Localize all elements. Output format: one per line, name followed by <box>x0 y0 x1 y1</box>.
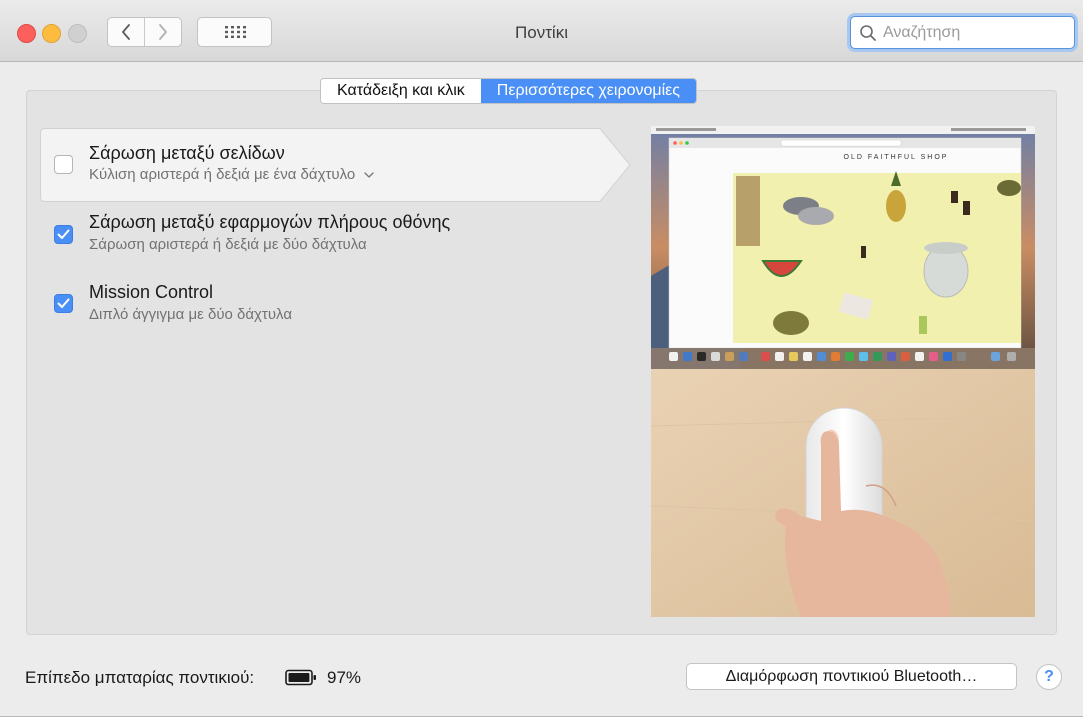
battery-icon <box>285 669 316 686</box>
gesture-row-swipe-fullscreen-apps[interactable]: Σάρωση μεταξύ εφαρμογών πλήρους οθόνης Σ… <box>40 201 600 271</box>
help-icon: ? <box>1044 668 1054 685</box>
system-preferences-window: Ποντίκι Κατάδειξη και κλικ Περισσότερες … <box>0 0 1084 717</box>
tab-bar: Κατάδειξη και κλικ Περισσότερες χειρονομ… <box>320 78 697 104</box>
checkmark-icon <box>57 298 70 308</box>
search-input[interactable] <box>883 21 1068 45</box>
help-button[interactable]: ? <box>1036 664 1062 690</box>
preview-shop-name: OLD FAITHFUL SHOP <box>844 154 949 161</box>
gesture-title: Mission Control <box>89 282 214 302</box>
swipe-fullscreen-apps-checkbox[interactable] <box>54 225 73 244</box>
setup-bluetooth-mouse-button[interactable]: Διαμόρφωση ποντικιού Bluetooth… <box>686 663 1017 690</box>
preview-illustration: OLD FAITHFUL SHOP <box>651 126 1035 617</box>
swipe-pages-checkbox[interactable] <box>54 155 73 174</box>
search-field[interactable] <box>850 16 1075 49</box>
battery-percentage: 97% <box>327 668 362 687</box>
checkmark-icon <box>57 229 70 239</box>
tab-more-gestures[interactable]: Περισσότερες χειρονομίες <box>480 79 696 103</box>
selection-highlight <box>40 128 631 202</box>
gesture-title: Σάρωση μεταξύ σελίδων <box>89 143 285 163</box>
search-icon <box>860 25 876 41</box>
gesture-row-swipe-pages[interactable]: Σάρωση μεταξύ σελίδων Κύλιση αριστερά ή … <box>40 128 631 202</box>
gesture-preview-video: OLD FAITHFUL SHOP <box>651 126 1035 617</box>
gesture-subtitle: Διπλό άγγιγμα με δύο δάχτυλα <box>89 306 292 323</box>
tab-point-and-click[interactable]: Κατάδειξη και κλικ <box>321 79 481 103</box>
gesture-option-dropdown[interactable]: Κύλιση αριστερά ή δεξιά με ένα δάχτυλο <box>89 166 375 183</box>
gesture-title: Σάρωση μεταξύ εφαρμογών πλήρους οθόνης <box>89 212 451 232</box>
desktop-edge <box>1083 0 1089 720</box>
gesture-row-mission-control[interactable]: Mission Control Διπλό άγγιγμα με δύο δάχ… <box>40 271 600 341</box>
title-bar: Ποντίκι <box>0 0 1083 62</box>
mission-control-checkbox[interactable] <box>54 294 73 313</box>
gesture-subtitle: Σάρωση αριστερά ή δεξιά με δύο δάχτυλα <box>89 236 367 253</box>
gesture-subtitle: Κύλιση αριστερά ή δεξιά με ένα δάχτυλο <box>89 166 356 183</box>
battery-level-label: Επίπεδο μπαταρίας ποντικιού: <box>25 668 255 687</box>
chevron-down-icon <box>364 172 375 178</box>
